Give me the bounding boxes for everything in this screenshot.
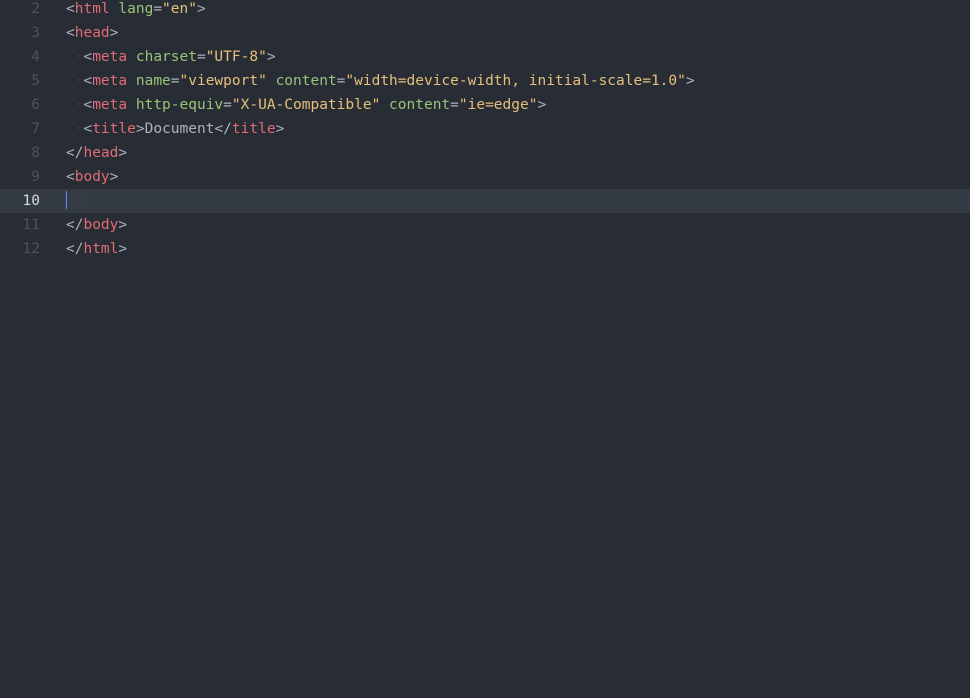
indent-guide: ··: [67, 193, 85, 209]
code-line[interactable]: 7 ··<title>Document</title>: [0, 117, 970, 141]
token-punct: >: [537, 97, 547, 113]
token-punct: <: [66, 25, 75, 41]
line-number: 5: [31, 73, 40, 89]
token-attr: content: [389, 97, 451, 113]
token-str: "UTF-8": [205, 49, 267, 65]
token-punct: >: [109, 25, 119, 41]
code-line[interactable]: 3 <head>: [0, 21, 970, 45]
code-content: ··<meta charset="UTF-8">: [66, 45, 276, 69]
token-punct: =: [196, 49, 206, 65]
token-punct: <: [83, 49, 93, 65]
line-number: 12: [22, 241, 40, 257]
token-str: "ie=edge": [458, 97, 538, 113]
token-punct: </: [66, 241, 84, 257]
line-number: 6: [31, 97, 40, 113]
code-line[interactable]: 9 <body>: [0, 165, 970, 189]
line-number: 2: [31, 1, 40, 17]
token-punct: >: [275, 121, 285, 137]
token-punct: >: [118, 145, 128, 161]
code-line[interactable]: 8 </head>: [0, 141, 970, 165]
token-str: "viewport": [179, 73, 267, 89]
code-line[interactable]: 5 ··<meta name="viewport" content="width=…: [0, 69, 970, 93]
token-tag: head: [74, 25, 110, 41]
token-str: "X-UA-Compatible": [231, 97, 381, 113]
token-punct: =: [223, 97, 232, 113]
token-punct: [127, 49, 136, 65]
token-tag: html: [83, 241, 119, 257]
token-tag: meta: [92, 97, 128, 113]
token-tag: title: [92, 121, 136, 137]
code-content: ··<meta http-equiv="X-UA-Compatible" con…: [66, 93, 546, 117]
token-punct: >: [118, 241, 128, 257]
active-line-highlight: [0, 189, 970, 213]
code-content: <head>: [66, 21, 118, 45]
code-line[interactable]: 12 </html>: [0, 237, 970, 261]
token-attr: name: [135, 73, 171, 89]
code-line[interactable]: 4 ··<meta charset="UTF-8">: [0, 45, 970, 69]
token-punct: <: [83, 73, 93, 89]
line-number: 9: [31, 169, 40, 185]
indent-guide: ··: [66, 121, 84, 137]
token-str: "en": [162, 1, 197, 17]
code-content: ··<title>Document</title>: [66, 117, 284, 141]
code-content: ··<meta name="viewport" content="width=d…: [66, 69, 695, 93]
indent-guide: ··: [66, 73, 84, 89]
token-attr: lang: [118, 1, 154, 17]
line-number: 4: [31, 49, 40, 65]
token-punct: [127, 97, 136, 113]
indent-guide: ··: [66, 97, 84, 113]
token-attr: content: [275, 73, 337, 89]
code-line[interactable]: 11 </body>: [0, 213, 970, 237]
token-tag: html: [74, 1, 110, 17]
token-tag: title: [231, 121, 276, 137]
token-punct: =: [153, 1, 163, 17]
code-content: <body>: [66, 165, 118, 189]
token-punct: [267, 73, 276, 89]
token-tag: head: [83, 145, 119, 161]
line-number: 8: [31, 145, 40, 161]
token-punct: >: [118, 217, 128, 233]
token-punct: <: [66, 169, 75, 185]
token-punct: >: [135, 121, 145, 137]
token-attr: http-equiv: [135, 97, 224, 113]
token-punct: <: [83, 97, 93, 113]
token-tag: meta: [92, 49, 128, 65]
token-punct: [380, 97, 389, 113]
token-tag: body: [83, 217, 119, 233]
code-line-active[interactable]: 10 ··: [0, 189, 970, 213]
token-punct: <: [83, 121, 93, 137]
token-punct: =: [170, 73, 180, 89]
code-content: </html>: [66, 237, 127, 261]
token-tag: meta: [92, 73, 128, 89]
token-text: Document: [144, 121, 215, 137]
token-str: "width=device-width, initial-scale=1.0": [345, 73, 686, 89]
code-line[interactable]: 6 ··<meta http-equiv="X-UA-Compatible" co…: [0, 93, 970, 117]
code-content: ··: [66, 189, 84, 213]
line-number: 7: [31, 121, 40, 137]
code-line[interactable]: 2 <html lang="en">: [0, 0, 970, 21]
line-number: 3: [31, 25, 40, 41]
token-punct: </: [66, 217, 84, 233]
token-tag: body: [74, 169, 110, 185]
token-punct: =: [450, 97, 459, 113]
indent-guide: ··: [66, 49, 84, 65]
code-editor[interactable]: 2 <html lang="en"> 3 <head> 4 ··<meta charset…: [0, 0, 970, 698]
code-content: </head>: [66, 141, 127, 165]
code-content: </body>: [66, 213, 127, 237]
token-punct: </: [66, 145, 84, 161]
token-punct: >: [109, 169, 119, 185]
line-number: 10: [22, 193, 40, 209]
token-punct: [127, 73, 136, 89]
code-content: <html lang="en">: [66, 0, 206, 21]
token-attr: charset: [135, 49, 197, 65]
token-punct: <: [66, 1, 75, 17]
token-punct: >: [196, 1, 206, 17]
token-punct: >: [266, 49, 276, 65]
editor-lines[interactable]: 2 <html lang="en"> 3 <head> 4 ··<meta charset…: [0, 0, 970, 261]
line-number: 11: [22, 217, 40, 233]
token-punct: </: [214, 121, 232, 137]
token-punct: >: [685, 73, 695, 89]
